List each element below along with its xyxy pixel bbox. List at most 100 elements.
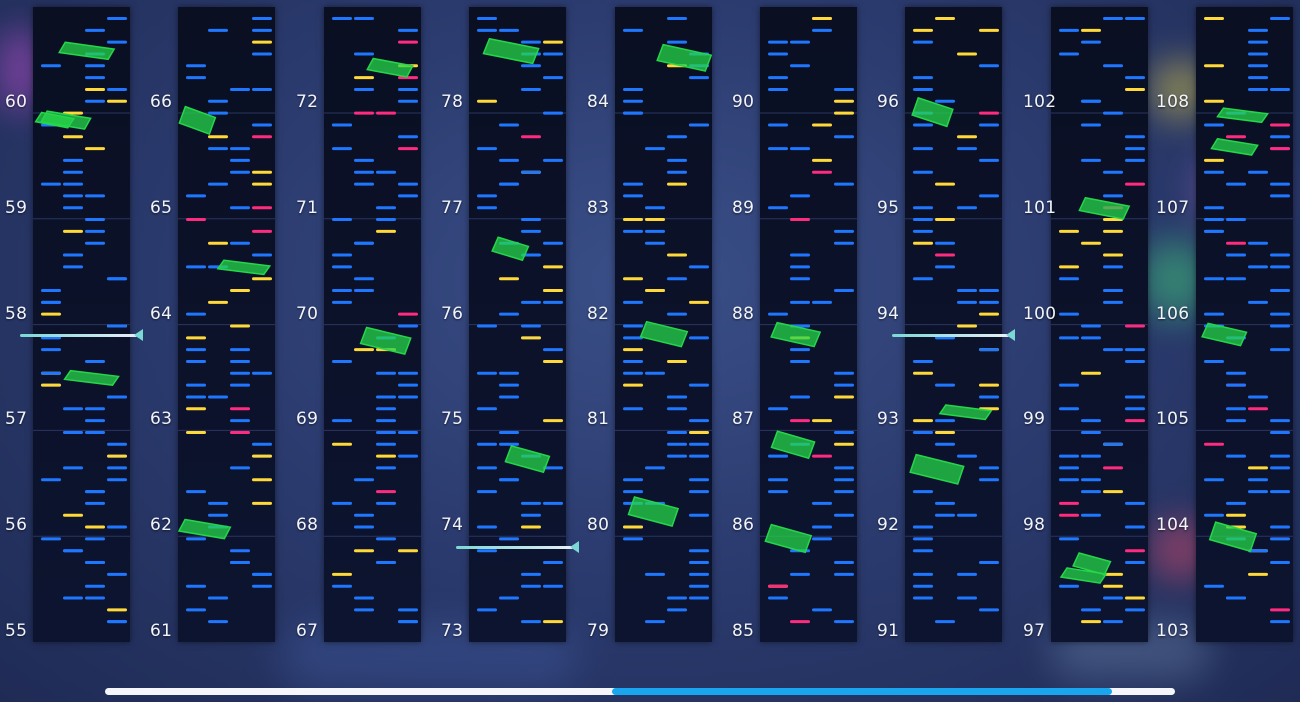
tap-note — [63, 158, 83, 162]
tap-note — [1248, 300, 1268, 304]
tap-note — [85, 229, 105, 233]
flick-note — [1125, 324, 1145, 328]
tap-note — [1226, 277, 1246, 281]
tap-note — [623, 87, 643, 91]
tap-note — [186, 359, 206, 363]
hold-note — [645, 289, 665, 293]
tap-note — [332, 359, 352, 363]
tap-note — [521, 513, 541, 517]
tap-note — [1204, 513, 1224, 517]
tap-note — [186, 584, 206, 588]
tap-note — [812, 525, 832, 529]
tap-note — [63, 170, 83, 174]
tap-note — [63, 596, 83, 600]
tap-note — [208, 28, 228, 32]
tap-note — [913, 584, 933, 588]
slide-note — [1208, 521, 1258, 553]
tap-note — [645, 620, 665, 624]
playhead-marker[interactable] — [20, 329, 143, 342]
hold-note — [543, 40, 563, 44]
tap-note — [979, 64, 999, 68]
tap-note — [913, 549, 933, 553]
tap-note — [230, 383, 250, 387]
chart-preview[interactable]: 55 56 57 58 59 60 61 62 63 64 65 66 67 68 69 70 71 72 73 74… — [0, 0, 1300, 702]
tap-note — [186, 348, 206, 352]
tap-note — [354, 525, 374, 529]
tap-note — [689, 336, 709, 340]
scrollbar-thumb[interactable] — [612, 688, 1112, 695]
hold-note — [1081, 371, 1101, 375]
playhead-arrow-icon[interactable] — [1006, 329, 1015, 342]
hold-note — [812, 158, 832, 162]
tap-note — [834, 466, 854, 470]
tap-note — [957, 572, 977, 576]
measure-number: 77 — [441, 197, 464, 218]
measure-column[interactable] — [760, 7, 857, 642]
tap-note — [1103, 300, 1123, 304]
tap-note — [521, 64, 541, 68]
slide-note — [1210, 137, 1259, 156]
tap-note — [935, 501, 955, 505]
hold-note — [913, 419, 933, 423]
tap-note — [790, 359, 810, 363]
column-notes — [905, 17, 1002, 624]
tap-note — [913, 572, 933, 576]
hold-note — [812, 123, 832, 127]
measure-column[interactable] — [1051, 7, 1148, 642]
tap-note — [768, 490, 788, 494]
tap-note — [208, 501, 228, 505]
measure-column[interactable] — [33, 7, 130, 642]
hold-note — [332, 572, 352, 576]
hold-note — [913, 371, 933, 375]
measure-column[interactable] — [615, 7, 712, 642]
playhead-arrow-icon[interactable] — [570, 540, 579, 553]
playhead-marker[interactable] — [892, 329, 1015, 342]
tap-note — [376, 170, 396, 174]
measure-number: 68 — [296, 515, 319, 536]
slide-note — [58, 41, 116, 61]
hold-note — [979, 28, 999, 32]
measure-number: 107 — [1156, 197, 1190, 218]
tap-note — [499, 158, 519, 162]
tap-note — [667, 608, 687, 612]
slide-note — [770, 430, 816, 460]
hold-note — [623, 525, 643, 529]
hold-note — [623, 218, 643, 222]
tap-note — [1270, 312, 1290, 316]
tap-note — [979, 158, 999, 162]
measure-column[interactable] — [1196, 7, 1293, 642]
measure-number: 91 — [877, 621, 900, 641]
measure-number: 106 — [1156, 303, 1190, 324]
flick-note — [1125, 182, 1145, 186]
flick-note — [935, 253, 955, 257]
tap-note — [521, 572, 541, 576]
tap-note — [834, 135, 854, 139]
tap-note — [834, 383, 854, 387]
tap-note — [645, 572, 665, 576]
playhead-arrow-icon[interactable] — [134, 329, 143, 342]
tap-note — [354, 182, 374, 186]
tap-note — [208, 596, 228, 600]
hold-note — [935, 17, 955, 20]
tap-note — [543, 561, 563, 565]
tap-note — [398, 620, 418, 624]
tap-note — [834, 241, 854, 245]
tap-note — [107, 277, 127, 281]
tap-note — [230, 147, 250, 151]
tap-note — [230, 561, 250, 565]
tap-note — [935, 442, 955, 446]
tap-note — [107, 40, 127, 44]
tap-note — [1204, 123, 1224, 127]
tap-note — [834, 430, 854, 434]
tap-note — [913, 525, 933, 529]
tap-note — [398, 324, 418, 328]
hold-note — [1103, 229, 1123, 233]
measure-number: 84 — [587, 92, 610, 112]
measure-column[interactable] — [905, 7, 1002, 642]
tap-note — [376, 395, 396, 399]
hold-note — [477, 99, 497, 103]
measure-column[interactable] — [178, 7, 275, 642]
measure-column[interactable] — [324, 7, 421, 642]
playhead-marker[interactable] — [456, 540, 579, 553]
hold-note — [812, 17, 832, 20]
